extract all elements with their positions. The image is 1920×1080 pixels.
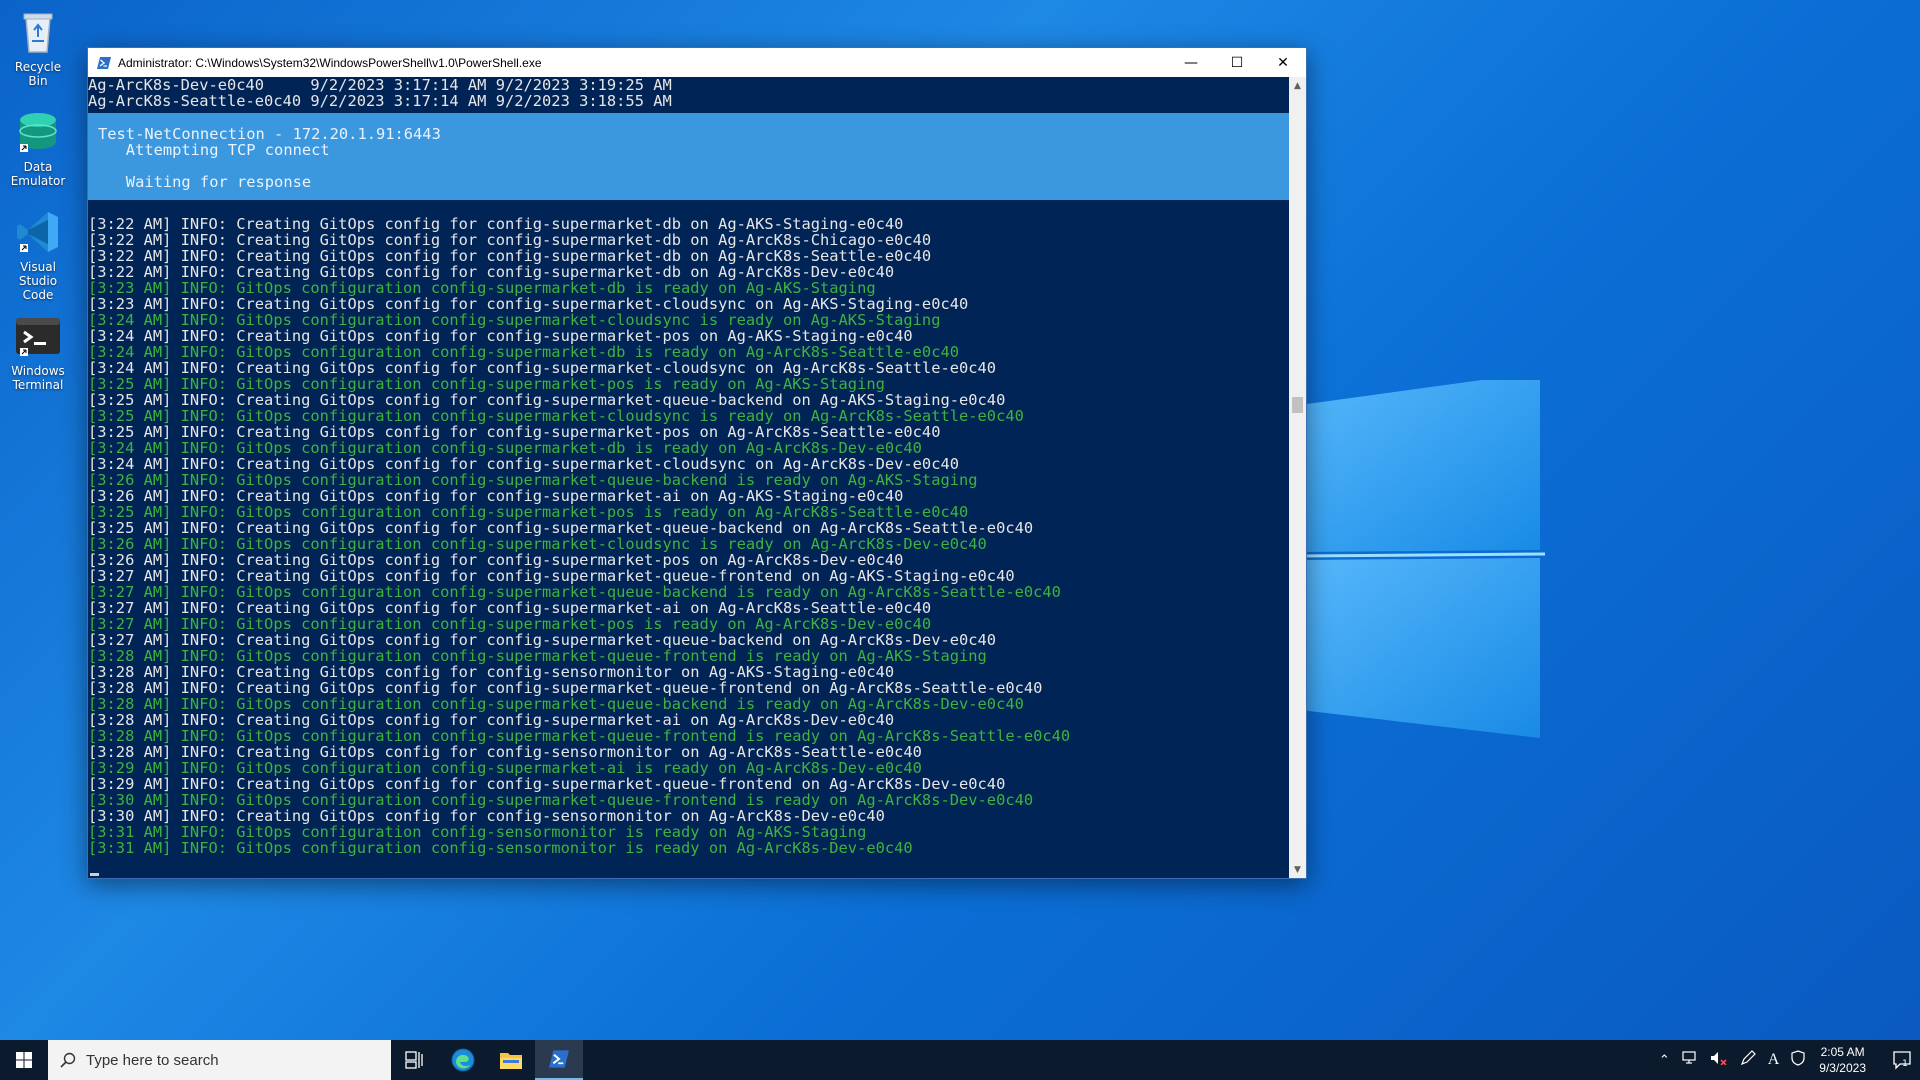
scrollbar-thumb[interactable] bbox=[1292, 397, 1303, 413]
desktop-icon-label: Recycle Bin bbox=[14, 60, 62, 88]
edge-icon bbox=[451, 1048, 475, 1072]
minimize-button[interactable]: — bbox=[1168, 48, 1214, 77]
log-line: [3:27 AM] INFO: GitOps configuration con… bbox=[88, 583, 1061, 601]
log-line: [3:30 AM] INFO: Creating GitOps config f… bbox=[88, 807, 885, 825]
console-header-line: Ag-ArcK8s-Dev-e0c40 9/2/2023 3:17:14 AM … bbox=[88, 77, 672, 94]
taskbar-edge-button[interactable] bbox=[439, 1040, 487, 1080]
folder-icon bbox=[500, 1053, 522, 1069]
log-line: [3:28 AM] INFO: Creating GitOps config f… bbox=[88, 663, 895, 681]
close-button[interactable]: ✕ bbox=[1260, 48, 1306, 77]
log-line: [3:24 AM] INFO: GitOps configuration con… bbox=[88, 439, 922, 457]
log-line: [3:26 AM] INFO: GitOps configuration con… bbox=[88, 535, 987, 553]
log-line: [3:29 AM] INFO: GitOps configuration con… bbox=[88, 759, 922, 777]
notification-count: 1 bbox=[1902, 1059, 1908, 1069]
log-line: [3:28 AM] INFO: Creating GitOps config f… bbox=[88, 743, 922, 761]
log-line: [3:25 AM] INFO: GitOps configuration con… bbox=[88, 375, 885, 393]
taskbar-powershell-button[interactable] bbox=[535, 1040, 583, 1080]
log-line: [3:28 AM] INFO: GitOps configuration con… bbox=[88, 695, 1024, 713]
log-line: [3:28 AM] INFO: GitOps configuration con… bbox=[88, 727, 1071, 745]
vertical-scrollbar[interactable]: ▲ ▼ bbox=[1289, 77, 1306, 878]
log-line: [3:29 AM] INFO: Creating GitOps config f… bbox=[88, 775, 1006, 793]
log-line: [3:26 AM] INFO: Creating GitOps config f… bbox=[88, 487, 904, 505]
log-line: [3:23 AM] INFO: GitOps configuration con… bbox=[88, 279, 876, 297]
search-icon bbox=[60, 1052, 76, 1068]
log-line: [3:27 AM] INFO: Creating GitOps config f… bbox=[88, 599, 932, 617]
log-line: [3:28 AM] INFO: GitOps configuration con… bbox=[88, 647, 987, 665]
input-method-icon[interactable]: A bbox=[1768, 1051, 1780, 1069]
powershell-window[interactable]: Administrator: C:\Windows\System32\Windo… bbox=[87, 47, 1307, 879]
text-cursor bbox=[90, 873, 99, 876]
log-line: [3:25 AM] INFO: Creating GitOps config f… bbox=[88, 423, 941, 441]
scroll-down-arrow-icon[interactable]: ▼ bbox=[1289, 861, 1306, 878]
log-line: [3:28 AM] INFO: Creating GitOps config f… bbox=[88, 711, 895, 729]
console-output[interactable]: Ag-ArcK8s-Dev-e0c40 9/2/2023 3:17:14 AM … bbox=[88, 77, 1289, 878]
desktop-icon-label: Windows Terminal bbox=[11, 364, 65, 392]
log-line: [3:27 AM] INFO: GitOps configuration con… bbox=[88, 615, 932, 633]
log-line: [3:22 AM] INFO: Creating GitOps config f… bbox=[88, 231, 932, 249]
log-lines: [3:22 AM] INFO: Creating GitOps config f… bbox=[88, 216, 1289, 856]
window-title: Administrator: C:\Windows\System32\Windo… bbox=[118, 55, 542, 70]
log-line: [3:24 AM] INFO: Creating GitOps config f… bbox=[88, 359, 997, 377]
system-tray: ⌃ A 2:05 AM 9/3/2023 1 bbox=[1653, 1040, 1920, 1080]
start-button[interactable] bbox=[0, 1040, 48, 1080]
powershell-icon bbox=[97, 56, 111, 69]
windows-start-icon bbox=[16, 1052, 32, 1068]
log-line: [3:25 AM] INFO: Creating GitOps config f… bbox=[88, 519, 1034, 537]
taskbar-file-explorer-button[interactable] bbox=[487, 1040, 535, 1080]
log-line: [3:24 AM] INFO: GitOps configuration con… bbox=[88, 343, 959, 361]
task-view-button[interactable] bbox=[391, 1040, 439, 1080]
log-line: [3:23 AM] INFO: Creating GitOps config f… bbox=[88, 295, 969, 313]
progress-detail: Waiting for response bbox=[98, 173, 312, 191]
log-line: [3:24 AM] INFO: Creating GitOps config f… bbox=[88, 455, 959, 473]
maximize-button[interactable]: ☐ bbox=[1214, 48, 1260, 77]
desktop-icon-label: Data Emulator bbox=[10, 160, 66, 188]
log-line: [3:25 AM] INFO: GitOps configuration con… bbox=[88, 407, 1024, 425]
log-line: [3:31 AM] INFO: GitOps configuration con… bbox=[88, 839, 913, 857]
volume-muted-icon[interactable] bbox=[1710, 1051, 1728, 1069]
desktop-icon-label: Visual Studio Code bbox=[18, 260, 58, 302]
vscode-icon bbox=[14, 208, 62, 256]
log-line: [3:28 AM] INFO: Creating GitOps config f… bbox=[88, 679, 1043, 697]
log-line: [3:27 AM] INFO: Creating GitOps config f… bbox=[88, 631, 997, 649]
log-line: [3:22 AM] INFO: Creating GitOps config f… bbox=[88, 215, 904, 233]
powershell-icon bbox=[549, 1050, 569, 1068]
pen-icon[interactable] bbox=[1740, 1050, 1756, 1070]
taskbar-clock[interactable]: 2:05 AM 9/3/2023 bbox=[1819, 1044, 1866, 1076]
log-line: [3:30 AM] INFO: GitOps configuration con… bbox=[88, 791, 1034, 809]
chevron-up-icon[interactable]: ⌃ bbox=[1659, 1053, 1670, 1068]
windows-wallpaper-logo bbox=[1300, 380, 1545, 738]
log-line: [3:26 AM] INFO: Creating GitOps config f… bbox=[88, 551, 904, 569]
security-icon[interactable] bbox=[1791, 1050, 1805, 1070]
recycle-bin-icon bbox=[14, 8, 62, 56]
log-line: [3:27 AM] INFO: Creating GitOps config f… bbox=[88, 567, 1015, 585]
network-icon[interactable] bbox=[1682, 1051, 1698, 1069]
progress-banner: Test-NetConnection - 172.20.1.91:6443 At… bbox=[88, 113, 1289, 200]
log-line: [3:25 AM] INFO: GitOps configuration con… bbox=[88, 503, 969, 521]
scroll-up-arrow-icon[interactable]: ▲ bbox=[1289, 77, 1306, 94]
progress-status: Attempting TCP connect bbox=[98, 141, 330, 159]
desktop-icon-recycle-bin[interactable]: Recycle Bin bbox=[4, 8, 72, 88]
log-line: [3:24 AM] INFO: Creating GitOps config f… bbox=[88, 327, 913, 345]
taskbar-search-box[interactable]: Type here to search bbox=[48, 1040, 391, 1080]
notifications-button[interactable]: 1 bbox=[1880, 1040, 1920, 1080]
search-placeholder: Type here to search bbox=[86, 1051, 219, 1069]
task-view-icon bbox=[405, 1051, 423, 1069]
terminal-icon bbox=[14, 312, 62, 360]
clock-time: 2:05 AM bbox=[1820, 1045, 1865, 1059]
log-line: [3:25 AM] INFO: Creating GitOps config f… bbox=[88, 391, 1006, 409]
log-line: [3:22 AM] INFO: Creating GitOps config f… bbox=[88, 263, 895, 281]
progress-activity: Test-NetConnection - 172.20.1.91:6443 bbox=[98, 125, 441, 143]
desktop-icon-data-emulator[interactable]: Data Emulator bbox=[4, 108, 72, 188]
log-line: [3:24 AM] INFO: GitOps configuration con… bbox=[88, 311, 941, 329]
log-line: [3:31 AM] INFO: GitOps configuration con… bbox=[88, 823, 867, 841]
console-header-line: Ag-ArcK8s-Seattle-e0c40 9/2/2023 3:17:14… bbox=[88, 92, 672, 110]
desktop-icon-windows-terminal[interactable]: Windows Terminal bbox=[4, 312, 72, 392]
clock-date: 9/3/2023 bbox=[1819, 1061, 1866, 1075]
log-line: [3:22 AM] INFO: Creating GitOps config f… bbox=[88, 247, 932, 265]
taskbar: Type here to search ⌃ A 2:05 AM 9/3/2023… bbox=[0, 1040, 1920, 1080]
database-icon bbox=[14, 108, 62, 156]
desktop-icon-visual-studio-code[interactable]: Visual Studio Code bbox=[4, 208, 72, 302]
window-titlebar[interactable]: Administrator: C:\Windows\System32\Windo… bbox=[88, 48, 1306, 77]
log-line: [3:26 AM] INFO: GitOps configuration con… bbox=[88, 471, 978, 489]
